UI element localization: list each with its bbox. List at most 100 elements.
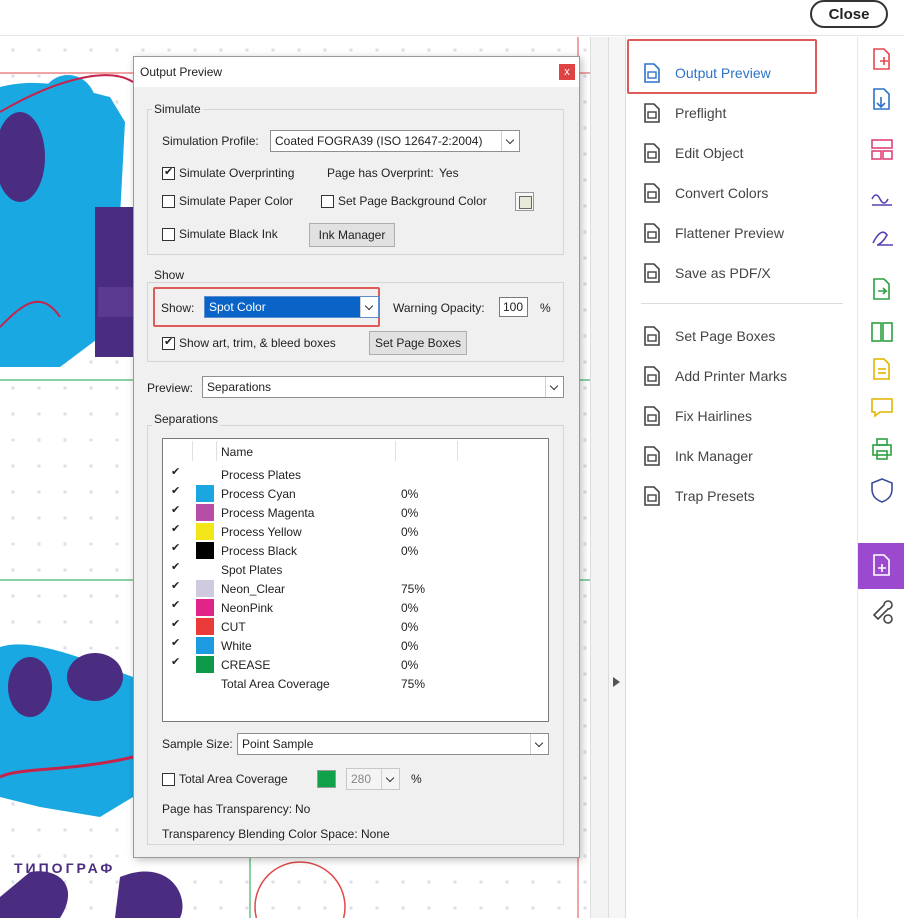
fix-hairlines-icon <box>641 405 663 427</box>
separation-percent: 0% <box>401 487 419 501</box>
separation-row[interactable]: Process Plates <box>163 465 548 484</box>
page-background-color-checkbox[interactable] <box>321 195 334 208</box>
tool-item-label: Trap Presets <box>675 488 755 504</box>
sample-size-value: Point Sample <box>242 737 314 751</box>
preview-select[interactable]: Separations <box>202 376 564 398</box>
more-tools-icon <box>872 600 893 624</box>
separation-row[interactable]: Process Cyan 0% <box>163 484 548 503</box>
tools-rail <box>857 37 904 918</box>
total-area-coverage-value: 280 <box>351 772 372 786</box>
tool-item-flattener-preview[interactable]: Flattener Preview <box>641 220 784 246</box>
set-page-boxes-button[interactable]: Set Page Boxes <box>369 331 467 355</box>
tool-item-fix-hairlines[interactable]: Fix Hairlines <box>641 403 752 429</box>
separation-swatch <box>196 618 214 635</box>
simulate-overprinting-label: Simulate Overprinting <box>179 166 295 180</box>
total-area-coverage-checkbox[interactable] <box>162 773 175 786</box>
tool-item-label: Fix Hairlines <box>675 408 753 424</box>
warning-opacity-input[interactable]: 100 <box>499 297 528 317</box>
separation-row[interactable]: White 0% <box>163 636 548 655</box>
simulate-overprinting-checkbox[interactable] <box>162 165 175 180</box>
warning-opacity-percent: % <box>540 301 551 315</box>
simulate-paper-color-checkbox[interactable] <box>162 195 175 208</box>
separation-checkbox[interactable] <box>171 579 183 594</box>
separation-row[interactable]: Process Yellow 0% <box>163 522 548 541</box>
show-select[interactable]: Spot Color <box>204 296 379 318</box>
separations-list[interactable]: Name Process PlatesProcess Cyan0%Process… <box>162 438 549 722</box>
tool-item-save-pdfx[interactable]: Save as PDF/X <box>641 260 771 286</box>
separations-header: Name <box>163 439 548 463</box>
separation-swatch <box>196 599 214 616</box>
simulation-profile-select[interactable]: Coated FOGRA39 (ISO 12647-2:2004) <box>270 130 520 152</box>
compare-icon <box>871 322 893 342</box>
tool-item-set-page-boxes[interactable]: Set Page Boxes <box>641 323 775 349</box>
show-boxes-checkbox[interactable] <box>162 335 175 350</box>
total-area-coverage-select[interactable]: 280 <box>346 768 400 790</box>
separation-percent: 0% <box>401 506 419 520</box>
separation-checkbox[interactable] <box>171 636 183 651</box>
tool-item-trap-presets[interactable]: Trap Presets <box>641 483 755 509</box>
show-group-label: Show <box>152 268 187 282</box>
separation-name: Neon_Clear <box>221 582 286 596</box>
separation-name: Process Yellow <box>221 525 302 539</box>
send-sign-icon <box>873 278 890 300</box>
separation-checkbox[interactable] <box>171 541 183 556</box>
tool-item-ink-manager[interactable]: Ink Manager <box>641 443 753 469</box>
separation-row[interactable]: Spot Plates <box>163 560 548 579</box>
separation-name: CUT <box>221 620 246 634</box>
separation-row[interactable]: Total Area Coverage 75% <box>163 674 548 693</box>
separation-checkbox[interactable] <box>171 617 183 632</box>
chevron-down-icon[interactable] <box>360 297 378 317</box>
preview-label: Preview: <box>147 381 194 395</box>
top-bar: Close <box>0 0 904 36</box>
chevron-down-icon[interactable] <box>530 734 548 754</box>
close-button[interactable]: Close <box>810 0 888 28</box>
expand-arrow-icon[interactable] <box>613 677 620 687</box>
total-area-coverage-color[interactable] <box>317 770 336 788</box>
simulation-profile-value: Coated FOGRA39 (ISO 12647-2:2004) <box>275 134 483 148</box>
separation-row[interactable]: Neon_Clear 75% <box>163 579 548 598</box>
chevron-down-icon[interactable] <box>381 769 399 789</box>
tool-item-label: Output Preview <box>675 65 771 81</box>
tool-item-convert-colors[interactable]: Convert Colors <box>641 180 768 206</box>
ink-manager-button[interactable]: Ink Manager <box>309 223 395 247</box>
blend-space-label: Transparency Blending Color Space: <box>162 827 358 841</box>
separation-checkbox[interactable] <box>171 655 183 670</box>
sample-size-select[interactable]: Point Sample <box>237 733 549 755</box>
separation-name: Spot Plates <box>221 563 283 577</box>
chevron-down-icon[interactable] <box>501 131 519 151</box>
separation-name: NeonPink <box>221 601 274 615</box>
separation-row[interactable]: Process Magenta 0% <box>163 503 548 522</box>
chevron-down-icon[interactable] <box>545 377 563 397</box>
tool-item-printer-marks[interactable]: Add Printer Marks <box>641 363 787 389</box>
rail-icons <box>871 48 893 624</box>
sample-size-label: Sample Size: <box>162 737 233 751</box>
simulate-black-ink-checkbox[interactable] <box>162 228 175 241</box>
document-scrollbar[interactable] <box>590 37 608 918</box>
tool-item-preflight[interactable]: Preflight <box>641 100 726 126</box>
separation-checkbox[interactable] <box>171 598 183 613</box>
separation-row[interactable]: CREASE 0% <box>163 655 548 674</box>
separation-row[interactable]: CUT 0% <box>163 617 548 636</box>
separation-checkbox[interactable] <box>171 560 183 575</box>
panel-collapse-handle[interactable] <box>608 37 626 918</box>
separation-swatch <box>196 656 214 673</box>
separation-checkbox[interactable] <box>171 503 183 518</box>
tool-item-edit-object[interactable]: Edit Object <box>641 140 743 166</box>
separation-checkbox[interactable] <box>171 484 183 499</box>
separations-name-header[interactable]: Name <box>221 445 253 459</box>
page-background-color-swatch[interactable] <box>515 192 534 211</box>
separation-swatch <box>196 637 214 654</box>
separation-name: White <box>221 639 252 653</box>
dialog-close-button[interactable]: x <box>559 64 575 80</box>
tool-item-label: Save as PDF/X <box>675 265 771 281</box>
separation-row[interactable]: Process Black 0% <box>163 541 548 560</box>
simulation-profile-label: Simulation Profile: <box>162 134 259 148</box>
tool-item-label: Flattener Preview <box>675 225 784 241</box>
separation-row[interactable]: NeonPink 0% <box>163 598 548 617</box>
separation-checkbox[interactable] <box>171 522 183 537</box>
dialog-titlebar[interactable]: Output Preview x <box>134 57 579 87</box>
separation-checkbox[interactable] <box>171 465 183 480</box>
tool-item-output-preview[interactable]: Output Preview <box>641 60 771 86</box>
print-production-icon <box>873 554 890 576</box>
brand-logo-text: ТИПОГРАФ <box>14 860 115 876</box>
